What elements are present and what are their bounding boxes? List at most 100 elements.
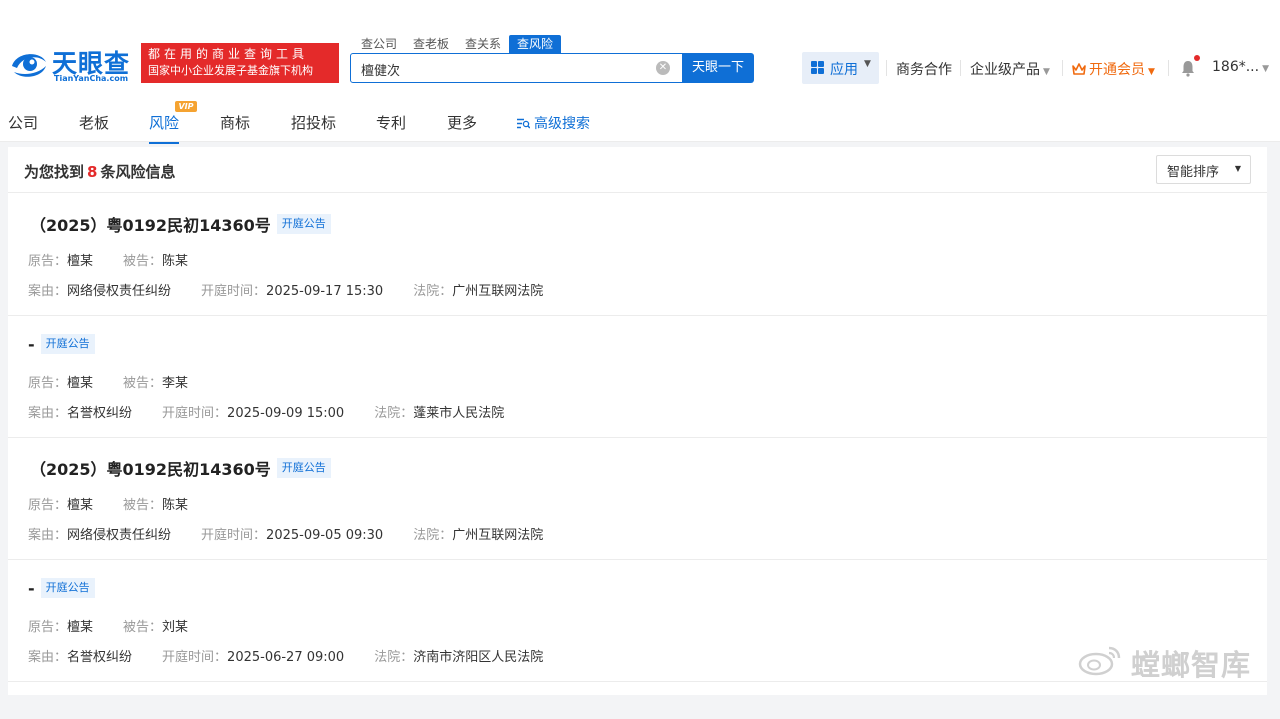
nav-divider <box>886 60 887 76</box>
enterprise-products-menu[interactable]: 企业级产品 ▼ <box>970 59 1050 79</box>
case-title: - 开庭公告 <box>28 578 95 598</box>
court-value: 广州互联网法院 <box>452 528 544 543</box>
hearing-notice-tag: 开庭公告 <box>40 334 95 354</box>
defendant-value: 李某 <box>162 376 189 391</box>
enterprise-products-label: 企业级产品 <box>970 62 1040 78</box>
search-type-tabs: 查公司 查老板 查关系 查风险 <box>353 35 562 53</box>
parties-row: 原告：檀某 被告：陈某 <box>28 250 188 269</box>
slogan-banner: 都在用的商业查询工具 国家中小企业发展子基金旗下机构 <box>141 43 339 83</box>
nav-company[interactable]: 公司 <box>8 112 38 133</box>
nav-bidding[interactable]: 招投标 <box>291 112 336 133</box>
plaintiff-label: 原告： <box>28 498 68 513</box>
advanced-search-link[interactable]: 高级搜索 <box>517 113 590 133</box>
time-value: 2025-09-05 09:30 <box>266 528 384 543</box>
details-row: 案由：网络侵权责任纠纷 开庭时间：2025-09-05 09:30 法院：广州互联网… <box>28 524 543 543</box>
court-label: 法院： <box>413 528 453 543</box>
search-button[interactable]: 天眼一下 <box>682 53 754 83</box>
cause-value: 名誉权纠纷 <box>67 650 133 665</box>
grid-icon <box>811 61 824 74</box>
parties-row: 原告：檀某 被告：李某 <box>28 372 188 391</box>
court-value: 蓬莱市人民法院 <box>413 406 505 421</box>
results-summary: 为您找到 8 条风险信息 <box>24 161 175 182</box>
results-suffix: 条风险信息 <box>100 163 176 181</box>
app-menu-button[interactable]: 应用 ▼ <box>802 52 879 84</box>
tab-company[interactable]: 查公司 <box>353 35 405 53</box>
watermark-text: 螳螂智库 <box>1131 648 1252 682</box>
nav-boss[interactable]: 老板 <box>79 112 109 133</box>
chevron-down-icon: ▼ <box>1234 164 1241 173</box>
results-panel: 为您找到 8 条风险信息 智能排序 ▼ （2025）粤0192民初14360号 开庭… <box>8 147 1267 695</box>
nav-trademark[interactable]: 商标 <box>220 112 250 133</box>
vip-membership-label: 开通会员 <box>1089 62 1145 78</box>
cause-label: 案由： <box>28 284 68 299</box>
defendant-value: 陈某 <box>162 498 189 513</box>
chevron-down-icon: ▼ <box>1043 67 1050 77</box>
hearing-notice-tag: 开庭公告 <box>276 214 331 234</box>
tianyancha-logo[interactable]: 天眼查 TianYanCha.com <box>8 44 136 84</box>
nav-risk[interactable]: 风险 <box>149 112 180 144</box>
time-label: 开庭时间： <box>162 650 228 665</box>
clear-circle-icon[interactable]: ✕ <box>656 61 670 75</box>
defendant-value: 刘某 <box>162 620 189 635</box>
brand-domain: TianYanCha.com <box>54 74 129 83</box>
case-title: （2025）粤0192民初14360号 开庭公告 <box>30 456 331 480</box>
chevron-down-icon: ▼ <box>864 59 871 69</box>
time-label: 开庭时间： <box>201 528 267 543</box>
details-row: 案由：名誉权纠纷 开庭时间：2025-06-27 09:00 法院：济南市济阳区人民… <box>28 646 543 665</box>
tab-relation[interactable]: 查关系 <box>457 35 509 53</box>
time-label: 开庭时间： <box>162 406 228 421</box>
tab-risk[interactable]: 查风险 <box>509 35 562 53</box>
case-number[interactable]: - <box>28 579 35 598</box>
time-value: 2025-09-17 15:30 <box>266 284 384 299</box>
notification-dot <box>1194 55 1200 61</box>
user-phone: 186*... <box>1212 59 1260 75</box>
eye-logo-icon <box>12 54 46 77</box>
sort-label: 智能排序 <box>1167 165 1220 180</box>
plaintiff-value: 檀某 <box>67 376 94 391</box>
case-number[interactable]: （2025）粤0192民初14360号 <box>30 212 271 236</box>
user-account-menu[interactable]: 186*... ▼ <box>1212 59 1269 75</box>
case-number[interactable]: - <box>28 335 35 354</box>
defendant-label: 被告： <box>123 620 163 635</box>
cause-value: 网络侵权责任纠纷 <box>67 528 172 543</box>
plaintiff-label: 原告： <box>28 376 68 391</box>
nav-divider <box>1168 60 1169 76</box>
case-title: - 开庭公告 <box>28 334 95 354</box>
chevron-down-icon: ▼ <box>1148 67 1155 77</box>
result-card[interactable]: （2025）粤0192民初14360号 开庭公告 原告：檀某 被告：陈某 案由：网… <box>8 194 1267 316</box>
weibo-icon <box>1078 646 1121 676</box>
defendant-value: 陈某 <box>162 254 189 269</box>
nav-patent[interactable]: 专利 <box>376 112 406 133</box>
tab-boss[interactable]: 查老板 <box>405 35 457 53</box>
court-label: 法院： <box>374 650 414 665</box>
chevron-down-icon: ▼ <box>1262 64 1269 74</box>
vip-membership-menu[interactable]: 开通会员 ▼ <box>1072 59 1155 79</box>
time-value: 2025-06-27 09:00 <box>227 650 345 665</box>
details-row: 案由：网络侵权责任纠纷 开庭时间：2025-09-17 15:30 法院：广州互联网… <box>28 280 543 299</box>
parties-row: 原告：檀某 被告：刘某 <box>28 616 188 635</box>
advanced-search-label: 高级搜索 <box>534 116 590 132</box>
business-cooperation-link[interactable]: 商务合作 <box>896 59 952 79</box>
plaintiff-label: 原告： <box>28 254 68 269</box>
cause-label: 案由： <box>28 406 68 421</box>
result-card[interactable]: （2025）粤0192民初14360号 开庭公告 原告：檀某 被告：陈某 案由：网… <box>8 438 1267 560</box>
time-value: 2025-09-09 15:00 <box>227 406 345 421</box>
results-header: 为您找到 8 条风险信息 智能排序 ▼ <box>8 147 1267 193</box>
bell-icon[interactable] <box>1180 59 1196 77</box>
nav-more[interactable]: 更多 <box>447 112 477 133</box>
case-number[interactable]: （2025）粤0192民初14360号 <box>30 456 271 480</box>
hearing-notice-tag: 开庭公告 <box>40 578 95 598</box>
court-label: 法院： <box>374 406 414 421</box>
plaintiff-value: 檀某 <box>67 254 94 269</box>
court-value: 广州互联网法院 <box>452 284 544 299</box>
case-title: （2025）粤0192民初14360号 开庭公告 <box>30 212 331 236</box>
slogan-line-2: 国家中小企业发展子基金旗下机构 <box>148 64 313 77</box>
result-card[interactable]: - 开庭公告 原告：檀某 被告：李某 案由：名誉权纠纷 开庭时间：2025-09-0… <box>8 316 1267 438</box>
filter-search-icon <box>517 118 530 129</box>
slogan-line-1: 都在用的商业查询工具 <box>148 47 309 61</box>
search-input[interactable]: 檀健次 ✕ <box>350 53 683 83</box>
defendant-label: 被告： <box>123 376 163 391</box>
hearing-notice-tag: 开庭公告 <box>276 458 331 478</box>
cause-label: 案由： <box>28 650 68 665</box>
sort-dropdown[interactable]: 智能排序 ▼ <box>1156 155 1251 184</box>
